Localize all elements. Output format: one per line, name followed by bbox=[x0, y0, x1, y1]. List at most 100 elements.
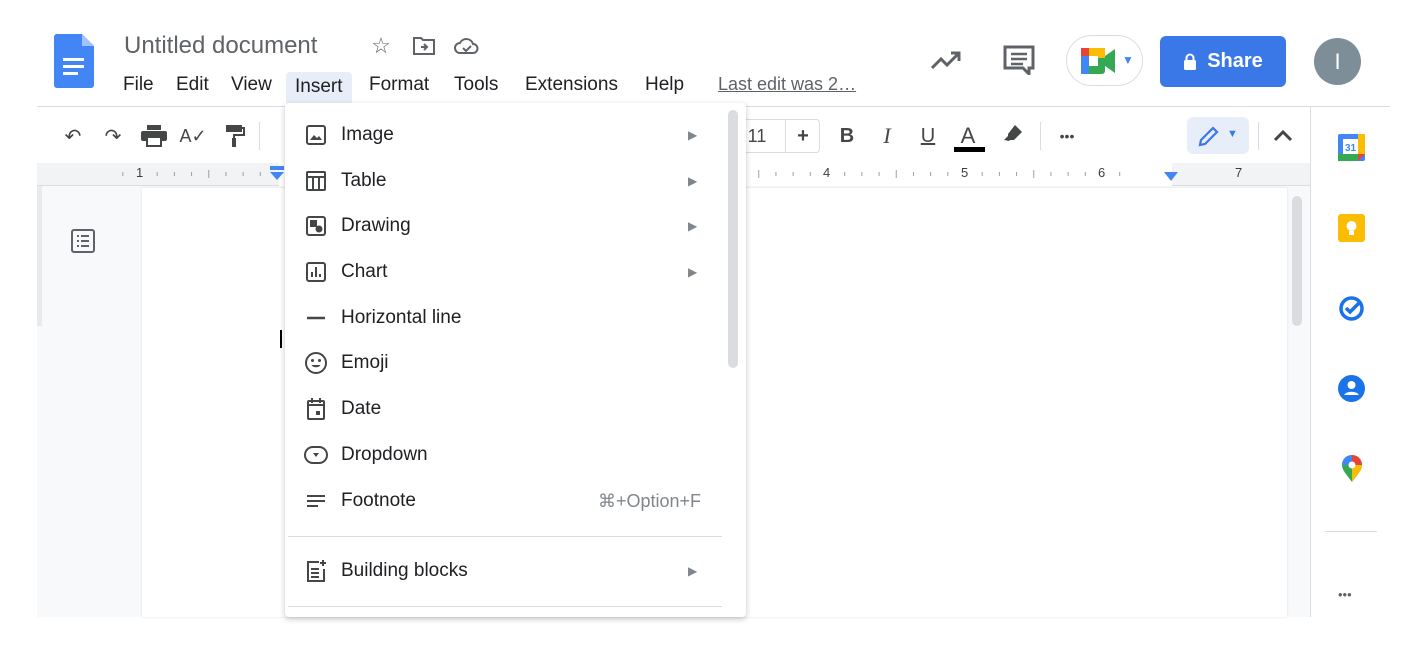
font-size-divider bbox=[785, 119, 786, 153]
ruler-label: 6 bbox=[1098, 165, 1106, 180]
calendar-icon[interactable]: 31 bbox=[1338, 134, 1365, 161]
submenu-arrow-icon: ▶ bbox=[688, 128, 698, 142]
editing-mode-button[interactable]: ▼ bbox=[1187, 117, 1249, 154]
more-icon[interactable]: ••• bbox=[1338, 587, 1352, 602]
bold-button[interactable]: B bbox=[834, 122, 860, 150]
print-icon[interactable] bbox=[141, 125, 167, 147]
ruler-label: 4 bbox=[823, 165, 831, 180]
ruler-label: 7 bbox=[1235, 165, 1243, 180]
tasks-icon[interactable] bbox=[1338, 295, 1365, 322]
highlight-icon[interactable] bbox=[1001, 124, 1023, 144]
underline-button[interactable]: U bbox=[915, 122, 941, 150]
font-size-input[interactable]: 11 bbox=[744, 122, 770, 150]
paint-format-icon[interactable] bbox=[224, 124, 246, 148]
submenu-arrow-icon: ▶ bbox=[688, 174, 698, 188]
horizontal-line-icon bbox=[303, 305, 329, 331]
contacts-icon[interactable] bbox=[1338, 375, 1365, 402]
drawing-icon bbox=[303, 213, 329, 239]
share-label: Share bbox=[1207, 50, 1263, 72]
last-edit-link[interactable]: Last edit was 2… bbox=[718, 74, 856, 95]
right-indent-marker[interactable] bbox=[1163, 172, 1179, 182]
menu-view[interactable]: View bbox=[224, 72, 279, 98]
menu-item-date[interactable]: Date bbox=[285, 389, 725, 429]
emoji-icon bbox=[303, 350, 329, 376]
menu-item-label: Image bbox=[341, 124, 394, 145]
menu-item-chart[interactable]: Chart ▶ bbox=[285, 252, 725, 292]
menu-item-emoji[interactable]: Emoji bbox=[285, 343, 725, 383]
menu-help[interactable]: Help bbox=[638, 72, 691, 98]
menu-item-label: Footnote bbox=[341, 490, 416, 511]
collapse-toolbar-icon[interactable] bbox=[1273, 128, 1293, 142]
meet-icon bbox=[1081, 48, 1115, 74]
menu-item-horizontal-line[interactable]: Horizontal line bbox=[285, 298, 725, 338]
cloud-saved-icon[interactable] bbox=[454, 36, 480, 56]
meet-button[interactable]: ▼ bbox=[1066, 35, 1143, 86]
menu-format[interactable]: Format bbox=[362, 72, 436, 98]
menu-insert[interactable]: Insert bbox=[286, 72, 352, 106]
image-icon bbox=[303, 122, 329, 148]
outline-icon[interactable] bbox=[70, 228, 96, 254]
left-indent-marker[interactable] bbox=[269, 166, 285, 182]
menu-item-label: Date bbox=[341, 398, 382, 419]
menu-item-building-blocks[interactable]: Building blocks ▶ bbox=[285, 551, 725, 591]
table-icon bbox=[303, 168, 329, 194]
menu-scrollbar[interactable] bbox=[728, 110, 738, 368]
more-options-button[interactable]: ••• bbox=[1052, 122, 1082, 150]
menu-tools[interactable]: Tools bbox=[447, 72, 505, 98]
menu-item-table[interactable]: Table ▶ bbox=[285, 161, 725, 201]
chevron-down-icon: ▼ bbox=[1122, 53, 1134, 67]
pencil-icon bbox=[1198, 126, 1219, 147]
italic-button[interactable]: I bbox=[874, 122, 900, 150]
menu-item-label: Table bbox=[341, 170, 387, 191]
footnote-icon bbox=[303, 488, 329, 514]
menu-item-label: Building blocks bbox=[341, 560, 468, 581]
dropdown-icon bbox=[303, 442, 329, 468]
chart-icon bbox=[303, 259, 329, 285]
menu-separator bbox=[288, 606, 722, 607]
spellcheck-icon[interactable]: A✓ bbox=[179, 122, 206, 150]
shortcut-label: ⌘+Option+F bbox=[597, 490, 701, 511]
menu-extensions[interactable]: Extensions bbox=[518, 72, 625, 98]
comments-icon[interactable] bbox=[1003, 45, 1035, 75]
menu-item-footnote[interactable]: Footnote ⌘+Option+F bbox=[285, 481, 725, 521]
menu-item-label: Drawing bbox=[341, 215, 411, 236]
maps-icon[interactable] bbox=[1341, 455, 1363, 483]
calendar-day: 31 bbox=[1345, 143, 1357, 154]
document-title[interactable]: Untitled document bbox=[124, 32, 317, 60]
menu-item-dropdown[interactable]: Dropdown bbox=[285, 435, 725, 475]
chevron-down-icon: ▼ bbox=[1227, 128, 1238, 140]
share-button[interactable]: Share bbox=[1160, 36, 1286, 87]
move-folder-icon[interactable] bbox=[412, 36, 436, 56]
text-color-button[interactable]: A bbox=[955, 122, 981, 150]
side-panel: 31 ••• bbox=[1310, 107, 1390, 617]
activity-trend-icon[interactable] bbox=[930, 50, 962, 70]
text-cursor bbox=[280, 330, 282, 348]
toolbar-divider bbox=[1258, 122, 1259, 150]
menu-item-label: Dropdown bbox=[341, 444, 428, 465]
submenu-arrow-icon: ▶ bbox=[688, 564, 698, 578]
menu-item-label: Horizontal line bbox=[341, 307, 462, 328]
toolbar-divider bbox=[1040, 122, 1041, 150]
undo-icon[interactable]: ↶ bbox=[60, 122, 86, 150]
menu-edit[interactable]: Edit bbox=[169, 72, 216, 98]
ruler-label: 1 bbox=[136, 165, 144, 180]
menu-file[interactable]: File bbox=[116, 72, 161, 98]
avatar[interactable]: I bbox=[1314, 38, 1361, 85]
menu-item-drawing[interactable]: Drawing ▶ bbox=[285, 206, 725, 246]
increase-font-size-button[interactable]: + bbox=[790, 122, 816, 150]
building-blocks-icon bbox=[303, 558, 329, 584]
date-icon bbox=[303, 396, 329, 422]
keep-icon[interactable] bbox=[1338, 214, 1365, 242]
star-icon[interactable]: ☆ bbox=[368, 33, 394, 59]
toolbar-divider bbox=[259, 122, 260, 150]
docs-logo[interactable] bbox=[54, 34, 94, 88]
side-divider bbox=[1325, 531, 1377, 532]
redo-icon[interactable]: ↷ bbox=[100, 122, 126, 150]
left-edge bbox=[37, 186, 42, 326]
menu-item-label: Chart bbox=[341, 261, 388, 282]
lock-icon bbox=[1184, 53, 1197, 70]
document-scrollbar[interactable] bbox=[1292, 196, 1302, 326]
menu-item-image[interactable]: Image ▶ bbox=[285, 115, 725, 155]
ruler-label: 5 bbox=[961, 165, 969, 180]
text-color-swatch bbox=[954, 147, 985, 152]
